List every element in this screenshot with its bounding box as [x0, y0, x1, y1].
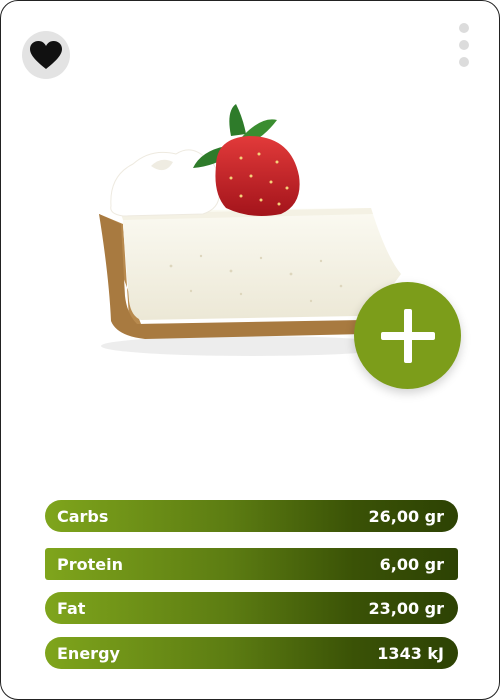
nutrient-value: 26,00 gr: [368, 506, 444, 526]
add-button[interactable]: [354, 282, 461, 389]
nutrient-label: Fat: [57, 598, 86, 618]
nutrition-row-carbs: Carbs 26,00 gr: [45, 500, 458, 532]
nutrition-row-fat: Fat 23,00 gr: [45, 592, 458, 624]
more-options-dot: [459, 40, 469, 50]
nutrient-label: Carbs: [57, 506, 109, 526]
nutrient-value: 6,00 gr: [379, 554, 444, 574]
plus-icon: [380, 308, 435, 363]
nutrient-value: 23,00 gr: [368, 598, 444, 618]
favorite-button[interactable]: [22, 31, 70, 79]
more-options-button[interactable]: [454, 21, 474, 69]
product-card: Carbs 26,00 gr Protein 6,00 gr Fat 23,00…: [0, 0, 500, 700]
heart-icon: [30, 41, 62, 69]
nutrition-row-protein: Protein 6,00 gr: [45, 548, 458, 580]
more-options-dot: [459, 23, 469, 33]
nutrient-label: Protein: [57, 554, 123, 574]
more-options-dot: [459, 57, 469, 67]
nutrient-value: 1343 kJ: [377, 643, 444, 663]
nutrition-row-energy: Energy 1343 kJ: [45, 637, 458, 669]
nutrient-label: Energy: [57, 643, 120, 663]
